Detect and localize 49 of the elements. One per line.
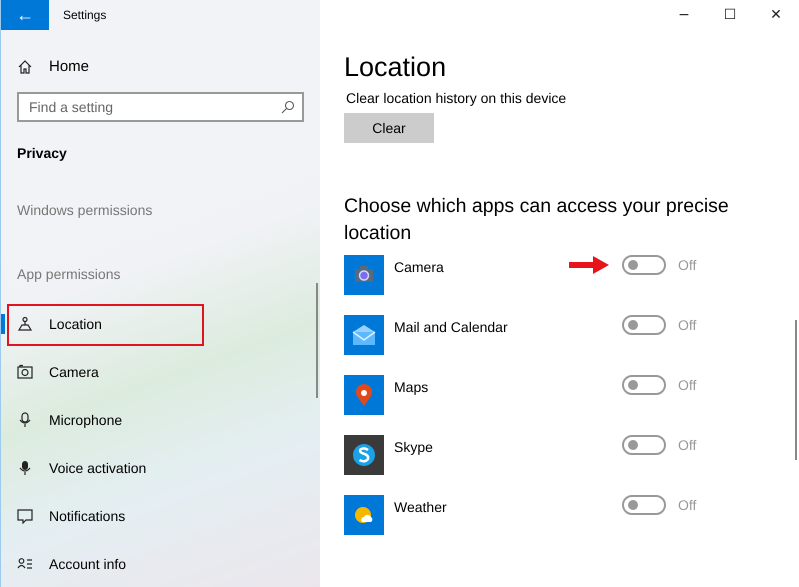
toggle-switch[interactable] bbox=[622, 375, 666, 395]
toggle-state: Off bbox=[678, 317, 696, 333]
group-heading: Windows permissions bbox=[17, 202, 152, 218]
toggle-switch[interactable] bbox=[622, 495, 666, 515]
skype-app-icon bbox=[344, 435, 384, 475]
back-button[interactable]: ← bbox=[1, 0, 49, 30]
maximize-button[interactable]: ☐ bbox=[707, 0, 753, 30]
toggle-switch[interactable] bbox=[622, 435, 666, 455]
toggle-switch[interactable] bbox=[622, 255, 666, 275]
app-name: Camera bbox=[394, 259, 445, 277]
weather-app-icon bbox=[344, 495, 384, 535]
close-button[interactable]: ✕ bbox=[753, 0, 799, 30]
app-name: Mail and Calendar bbox=[394, 319, 509, 337]
app-name: Skype bbox=[394, 439, 434, 457]
home-icon bbox=[17, 58, 33, 74]
scrollbar[interactable] bbox=[795, 320, 797, 460]
search-field[interactable]: Find a setting bbox=[17, 92, 304, 122]
camera-icon bbox=[17, 364, 33, 380]
camera-app-icon bbox=[344, 255, 384, 295]
nav-item[interactable]: Voice activation bbox=[17, 460, 146, 476]
app-name: Weather bbox=[394, 499, 448, 517]
voice-icon bbox=[17, 460, 33, 476]
microphone-icon bbox=[17, 412, 33, 428]
section-heading: Privacy bbox=[17, 145, 67, 161]
nav-item[interactable]: Location bbox=[17, 316, 102, 332]
toggle-state: Off bbox=[678, 497, 696, 513]
mail-app-icon bbox=[344, 315, 384, 355]
apps-heading: Choose which apps can access your precise location bbox=[344, 194, 730, 246]
group-heading: App permissions bbox=[17, 266, 120, 282]
home-link[interactable]: Home bbox=[17, 58, 90, 75]
location-icon bbox=[17, 316, 33, 332]
clear-button[interactable]: Clear bbox=[344, 113, 434, 143]
maps-app-icon bbox=[344, 375, 384, 415]
notifications-icon bbox=[17, 508, 33, 524]
app-name: Maps bbox=[394, 379, 430, 397]
toggle-state: Off bbox=[678, 437, 696, 453]
page-title: Location bbox=[344, 52, 448, 83]
search-icon bbox=[281, 100, 295, 114]
toggle-state: Off bbox=[678, 377, 696, 393]
window-title: Settings bbox=[63, 8, 106, 22]
clear-history-label: Clear location history on this device bbox=[346, 90, 568, 106]
nav-item[interactable]: Microphone bbox=[17, 412, 122, 428]
nav-item[interactable]: Account info bbox=[17, 556, 126, 572]
nav-item[interactable]: Camera bbox=[17, 364, 99, 380]
toggle-state: Off bbox=[678, 257, 696, 273]
scrollbar[interactable] bbox=[316, 283, 318, 398]
nav-item[interactable]: Notifications bbox=[17, 508, 126, 524]
minimize-button[interactable]: − bbox=[661, 0, 707, 30]
toggle-switch[interactable] bbox=[622, 315, 666, 335]
